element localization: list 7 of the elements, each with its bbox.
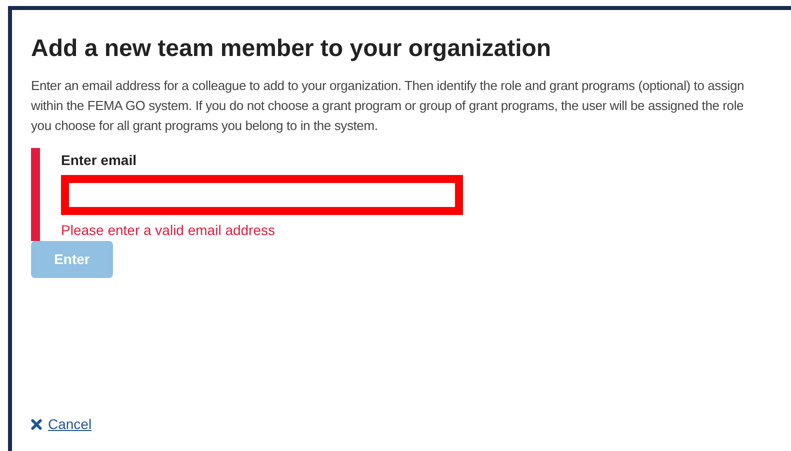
description: Enter an email address for a colleague to add to your organization. Then identify the role and grant programs (optional) to assign within the FEMA GO system. If you do not choose a grant program or group of grant programs, the user will be assigned the role you choose for all grant programs you belong to in the system. <box>31 77 746 135</box>
error-message: Please enter a valid email address <box>61 221 276 239</box>
email-field[interactable] <box>61 175 463 215</box>
field-label: Enter email <box>61 151 138 169</box>
dialog-title: Add a new team member to your organization <box>31 34 552 64</box>
close-icon <box>31 419 42 430</box>
cancel-link[interactable]: Cancel <box>48 414 92 435</box>
